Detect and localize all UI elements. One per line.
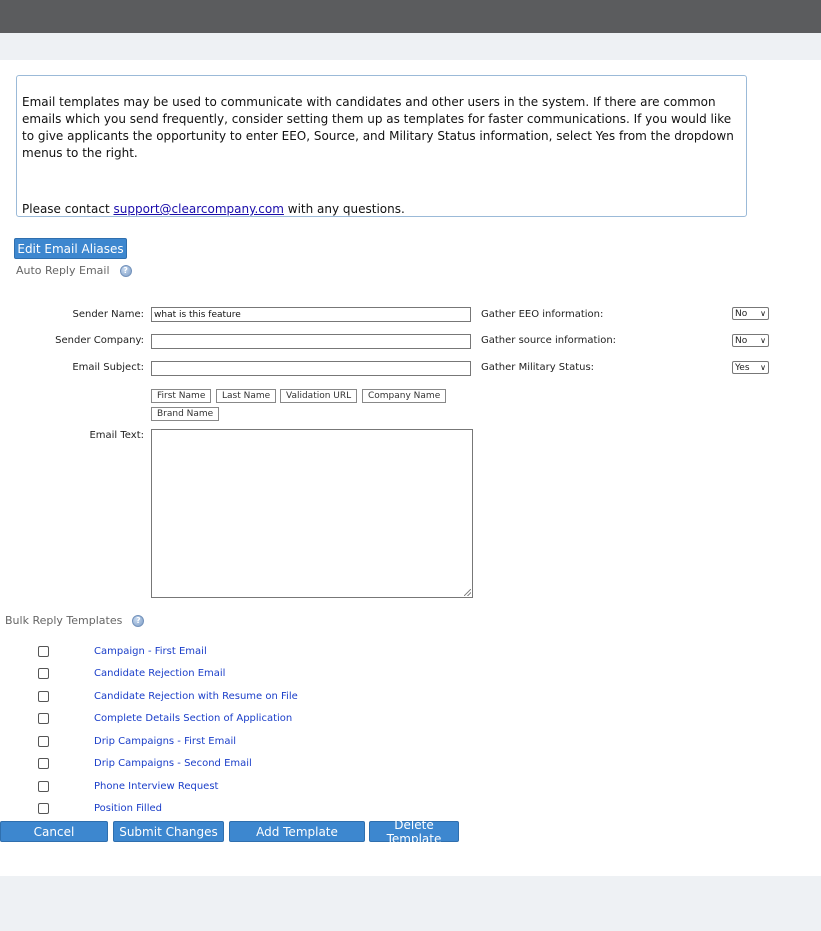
auto-reply-title-text: Auto Reply Email <box>16 264 110 277</box>
tag-validation-url[interactable]: Validation URL <box>280 389 358 403</box>
sender-name-label: Sender Name: <box>72 309 145 320</box>
email-subject-input[interactable] <box>151 361 471 376</box>
template-checkbox[interactable] <box>38 758 49 769</box>
gather-source-label: Gather source information: <box>481 335 617 346</box>
help-icon[interactable]: ? <box>119 264 132 277</box>
sender-company-label: Sender Company: <box>55 335 144 346</box>
sender-name-input[interactable] <box>151 307 471 322</box>
delete-template-button[interactable]: Delete Template <box>369 818 459 846</box>
gather-eeo-select[interactable]: No ∨ <box>732 307 769 320</box>
auto-reply-title: Auto Reply Email ? <box>16 264 132 277</box>
template-link[interactable]: Drip Campaigns - Second Email <box>94 758 252 769</box>
info-paragraph: Email templates may be used to communica… <box>22 95 734 160</box>
template-checkbox[interactable] <box>38 646 49 657</box>
sender-company-input[interactable] <box>151 334 471 349</box>
template-checkbox[interactable] <box>38 736 49 747</box>
template-checkbox[interactable] <box>38 781 49 792</box>
chevron-down-icon: ∨ <box>760 336 766 345</box>
gather-source-value: No <box>735 335 748 346</box>
gather-military-value: Yes <box>735 362 750 373</box>
template-checkbox[interactable] <box>38 668 49 679</box>
info-box: Email templates may be used to communica… <box>16 75 747 217</box>
contact-prefix: Please contact <box>22 202 114 216</box>
resize-handle-icon[interactable] <box>464 589 471 596</box>
cancel-button[interactable]: Cancel <box>0 821 108 842</box>
support-email-link[interactable]: support@clearcompany.com <box>113 202 283 216</box>
edit-email-aliases-button[interactable]: Edit Email Aliases <box>14 238 127 259</box>
add-template-button[interactable]: Add Template <box>229 821 365 842</box>
tag-first-name[interactable]: First Name <box>151 389 212 403</box>
gather-source-select[interactable]: No ∨ <box>732 334 769 347</box>
contact-suffix: with any questions. <box>283 202 405 216</box>
email-subject-label: Email Subject: <box>72 362 144 373</box>
tag-brand-name[interactable]: Brand Name <box>151 407 220 421</box>
gather-eeo-label: Gather EEO information: <box>481 309 604 320</box>
help-icon[interactable]: ? <box>132 614 145 627</box>
gather-military-select[interactable]: Yes ∨ <box>732 361 769 374</box>
template-link[interactable]: Candidate Rejection with Resume on File <box>94 691 298 702</box>
gather-eeo-value: No <box>735 308 748 319</box>
tag-last-name[interactable]: Last Name <box>216 389 277 403</box>
template-link[interactable]: Candidate Rejection Email <box>94 668 225 679</box>
email-text-area[interactable] <box>151 429 473 598</box>
chevron-down-icon: ∨ <box>760 309 766 318</box>
template-link[interactable]: Phone Interview Request <box>94 781 218 792</box>
contact-line: Please contact support@clearcompany.com … <box>22 201 741 218</box>
template-link[interactable]: Campaign - First Email <box>94 646 207 657</box>
template-checkbox[interactable] <box>38 713 49 724</box>
submit-changes-button[interactable]: Submit Changes <box>113 821 224 842</box>
sub-header-bar <box>0 33 821 60</box>
template-link[interactable]: Complete Details Section of Application <box>94 713 292 724</box>
footer-bar <box>0 876 821 931</box>
tag-company-name[interactable]: Company Name <box>362 389 447 403</box>
template-link[interactable]: Drip Campaigns - First Email <box>94 736 236 747</box>
template-link[interactable]: Position Filled <box>94 803 162 814</box>
bulk-reply-title-text: Bulk Reply Templates <box>5 614 123 627</box>
chevron-down-icon: ∨ <box>760 363 766 372</box>
template-checkbox[interactable] <box>38 691 49 702</box>
email-text-label: Email Text: <box>89 430 144 441</box>
template-checkbox[interactable] <box>38 803 49 814</box>
top-bar <box>0 0 821 33</box>
gather-military-label: Gather Military Status: <box>481 362 595 373</box>
bulk-reply-title: Bulk Reply Templates ? <box>5 614 145 627</box>
